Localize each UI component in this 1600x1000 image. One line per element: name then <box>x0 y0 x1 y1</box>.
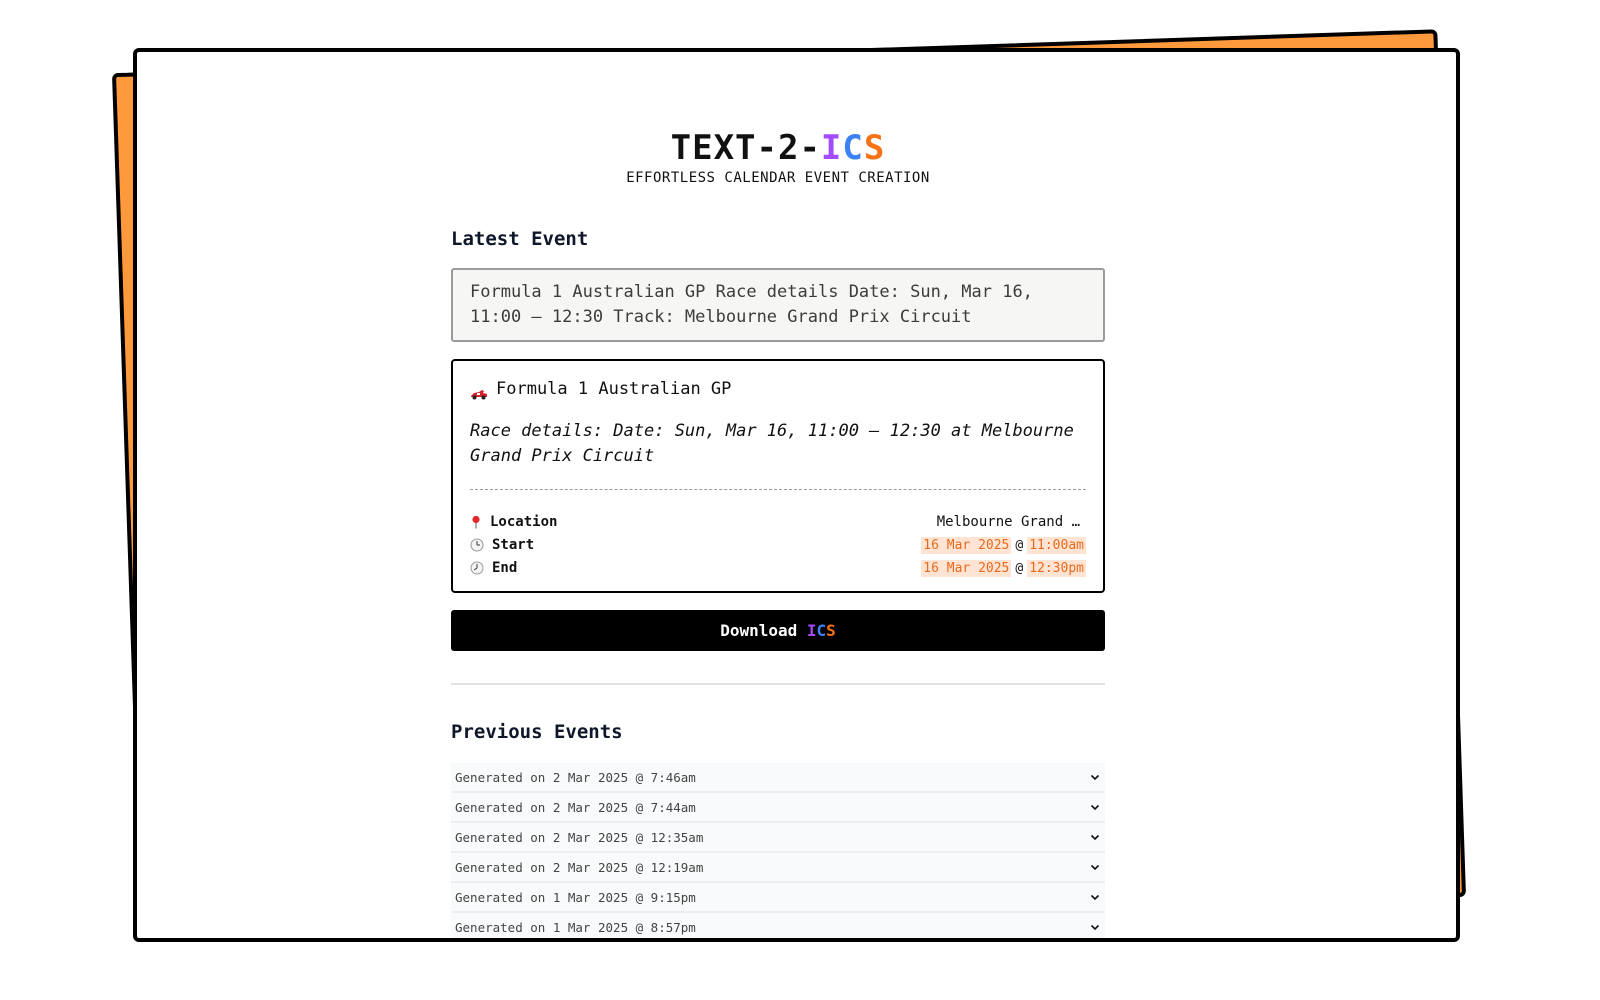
chevron-down-icon[interactable] <box>1089 891 1101 903</box>
chevron-down-icon[interactable] <box>1089 771 1101 783</box>
start-time: 11:00am <box>1027 536 1086 554</box>
end-date: 16 Mar 2025 <box>921 559 1012 577</box>
stage: TEXT-2-ICS EFFORTLESS CALENDAR EVENT CRE… <box>0 0 1600 1000</box>
end-datetime: 16 Mar 2025 @12:30pm <box>921 559 1086 577</box>
section-divider <box>451 683 1105 685</box>
chevron-down-icon[interactable] <box>1089 801 1101 813</box>
history-item-label: Generated on 1 Mar 2025 @ 8:57pm <box>455 919 696 935</box>
location-value: Melbourne Grand … <box>936 513 1080 530</box>
start-row: Start 16 Mar 2025 @11:00am <box>470 533 1086 556</box>
tagline: EFFORTLESS CALENDAR EVENT CREATION <box>626 170 930 186</box>
logo-letter-i: I <box>820 128 843 168</box>
location-label: Location <box>490 513 558 530</box>
event-title-row: Formula 1 Australian GP <box>470 377 1086 401</box>
history-item[interactable]: Generated on 2 Mar 2025 @ 7:44am <box>451 793 1105 823</box>
download-label: Download <box>720 621 798 640</box>
history-item[interactable]: Generated on 1 Mar 2025 @ 9:15pm <box>451 883 1105 913</box>
app-window: TEXT-2-ICS EFFORTLESS CALENDAR EVENT CRE… <box>133 48 1460 942</box>
history-item[interactable]: Generated on 2 Mar 2025 @ 12:19am <box>451 853 1105 883</box>
download-letter-c: C <box>816 621 827 640</box>
event-title: Formula 1 Australian GP <box>496 379 732 399</box>
chevron-down-icon[interactable] <box>1089 921 1101 933</box>
race-car-icon <box>470 383 488 400</box>
app-logo: TEXT-2-ICS <box>451 128 1105 168</box>
history-item-label: Generated on 2 Mar 2025 @ 12:35am <box>455 829 704 845</box>
logo-prefix: TEXT-2- <box>670 128 821 168</box>
history-item-label: Generated on 1 Mar 2025 @ 9:15pm <box>455 889 696 905</box>
chevron-down-icon[interactable] <box>1089 831 1101 843</box>
clock-icon <box>470 561 484 575</box>
start-datetime: 16 Mar 2025 @11:00am <box>921 536 1086 554</box>
location-row: Location Melbourne Grand … <box>470 510 1086 533</box>
history-item[interactable]: Generated on 1 Mar 2025 @ 8:57pm <box>451 913 1105 938</box>
event-meta: Location Melbourne Grand … Start 16 Mar … <box>470 510 1086 579</box>
location-label-group: Location <box>470 514 557 530</box>
event-preview-card: Formula 1 Australian GP Race details: Da… <box>451 359 1105 593</box>
history-item[interactable]: Generated on 2 Mar 2025 @ 12:35am <box>451 823 1105 853</box>
start-label: Start <box>492 536 535 553</box>
history-item-label: Generated on 2 Mar 2025 @ 12:19am <box>455 859 704 875</box>
end-at: @ <box>1015 560 1024 576</box>
download-letter-s: S <box>826 621 836 640</box>
map-pin-icon <box>470 515 482 529</box>
clock-icon <box>470 538 484 552</box>
start-at: @ <box>1015 537 1024 553</box>
start-date: 16 Mar 2025 <box>921 536 1012 554</box>
main-content: TEXT-2-ICS EFFORTLESS CALENDAR EVENT CRE… <box>451 52 1105 938</box>
download-ics-button[interactable]: Download ICS <box>451 610 1105 651</box>
end-row: End 16 Mar 2025 @12:30pm <box>470 556 1086 579</box>
history-item-label: Generated on 2 Mar 2025 @ 7:44am <box>455 799 696 815</box>
event-text-input[interactable]: Formula 1 Australian GP Race details Dat… <box>451 268 1105 342</box>
download-letter-i: I <box>806 621 817 640</box>
previous-events-heading: Previous Events <box>451 721 623 743</box>
history-item-label: Generated on 2 Mar 2025 @ 7:46am <box>455 769 696 785</box>
logo-letter-c: C <box>842 128 864 168</box>
chevron-down-icon[interactable] <box>1089 861 1101 873</box>
previous-events-list: Generated on 2 Mar 2025 @ 7:46am Generat… <box>451 763 1105 938</box>
history-item[interactable]: Generated on 2 Mar 2025 @ 7:46am <box>451 763 1105 793</box>
logo-letter-s: S <box>863 128 886 168</box>
end-label: End <box>492 559 518 576</box>
end-label-group: End <box>470 560 517 576</box>
latest-event-heading: Latest Event <box>451 228 589 250</box>
start-label-group: Start <box>470 537 534 553</box>
event-description: Race details: Date: Sun, Mar 16, 11:00 –… <box>470 419 1086 490</box>
end-time: 12:30pm <box>1027 559 1086 577</box>
